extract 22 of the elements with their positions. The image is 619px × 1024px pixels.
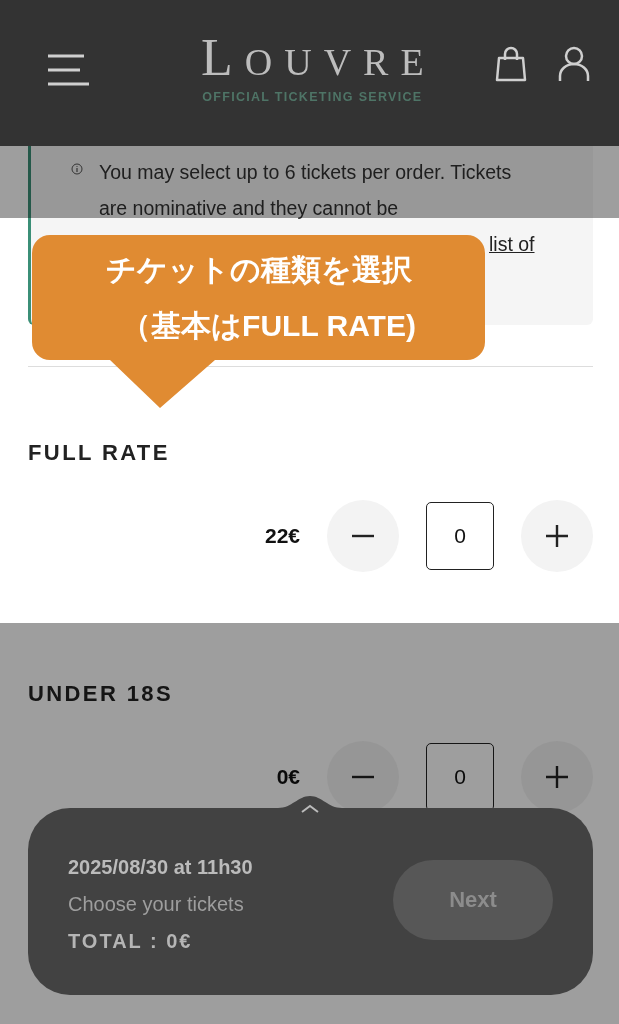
- total-text: TOTAL : 0€: [68, 928, 194, 954]
- user-icon[interactable]: [558, 46, 590, 82]
- logo-title[interactable]: LOUVRE: [201, 34, 436, 86]
- info-icon: [71, 163, 83, 175]
- minus-icon: [352, 775, 374, 779]
- callout-text: （基本はFULL RATE): [121, 308, 416, 344]
- minus-icon: [352, 534, 374, 538]
- menu-icon[interactable]: [47, 54, 89, 86]
- visit-date: 2025/08/30 at 11h30: [68, 854, 253, 880]
- quantity-field[interactable]: 0: [426, 502, 494, 570]
- ticket-price: 0€: [276, 765, 300, 789]
- callout-text: チケットの種類を選択: [105, 252, 412, 288]
- notice-text: You may select up to 6 tickets per order. Tickets are nominative and they cannot be: [99, 160, 513, 221]
- ticket-price: 22€: [264, 524, 300, 548]
- logo-subtitle: OFFICIAL TICKETING SERVICE: [202, 90, 423, 104]
- plus-icon: [546, 766, 568, 788]
- shopping-bag-icon[interactable]: [495, 46, 527, 82]
- ticket-name: FULL RATE: [28, 441, 171, 465]
- terms-link[interactable]: list of: [489, 233, 535, 255]
- plus-icon: [546, 525, 568, 547]
- ticket-name: UNDER 18S: [28, 682, 175, 706]
- status-text: Choose your tickets: [68, 891, 245, 917]
